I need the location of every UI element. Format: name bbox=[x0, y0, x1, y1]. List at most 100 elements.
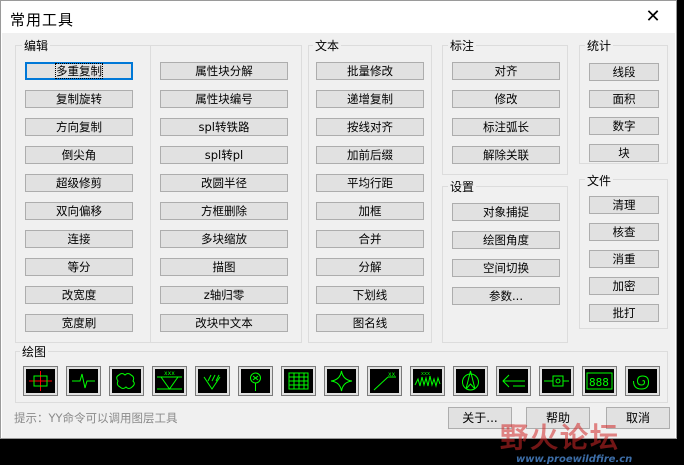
edit-button-3[interactable]: 方向复制 bbox=[25, 118, 133, 136]
text-button-9[interactable]: 下划线 bbox=[316, 286, 424, 304]
draw-button-1[interactable] bbox=[23, 366, 58, 396]
edit-button-6[interactable]: 双向偏移 bbox=[25, 202, 133, 220]
edit-button-2[interactable]: 复制旋转 bbox=[25, 90, 133, 108]
edit-button-7[interactable]: 连接 bbox=[25, 230, 133, 248]
edit-button-12[interactable]: 属性块编号 bbox=[160, 90, 288, 108]
circle-marker-icon-svg bbox=[250, 372, 261, 391]
edit-button-11-label: 属性块分解 bbox=[195, 64, 253, 78]
edit-button-9[interactable]: 改宽度 bbox=[25, 286, 133, 304]
star-icon bbox=[327, 369, 356, 393]
draw-button-4[interactable]: xxx bbox=[152, 366, 187, 396]
draw-button-6[interactable] bbox=[238, 366, 273, 396]
edit-button-16[interactable]: 方框删除 bbox=[160, 202, 288, 220]
edit-button-20-label: 改块中文本 bbox=[195, 316, 253, 330]
grid-table-icon-svg bbox=[288, 372, 309, 390]
stats-button-1[interactable]: 线段 bbox=[589, 63, 659, 81]
text-button-7-label: 合并 bbox=[358, 232, 382, 246]
stats-button-3[interactable]: 数字 bbox=[589, 117, 659, 135]
file-button-2[interactable]: 核查 bbox=[589, 223, 659, 241]
text-button-3[interactable]: 按线对齐 bbox=[316, 118, 424, 136]
draw-button-11[interactable] bbox=[453, 366, 488, 396]
svg-text:xx: xx bbox=[388, 371, 396, 378]
cloud-icon bbox=[112, 369, 141, 393]
edit-button-19[interactable]: z轴归零 bbox=[160, 286, 288, 304]
edit-button-6-label: 双向偏移 bbox=[56, 204, 102, 218]
dimension-button-1[interactable]: 对齐 bbox=[452, 62, 560, 80]
text-button-5[interactable]: 平均行距 bbox=[316, 174, 424, 192]
draw-button-9[interactable]: xx bbox=[367, 366, 402, 396]
edit-button-5[interactable]: 超级修剪 bbox=[25, 174, 133, 192]
text-button-4-label: 加前后缀 bbox=[347, 148, 393, 162]
settings-button-1-label: 对象捕捉 bbox=[483, 205, 529, 219]
edit-button-10[interactable]: 宽度刷 bbox=[25, 314, 133, 332]
edit-button-13[interactable]: spl转铁路 bbox=[160, 118, 288, 136]
text-button-10-label: 图名线 bbox=[352, 316, 388, 330]
digits-icon-svg: 888 bbox=[586, 372, 613, 390]
help-button[interactable]: 帮助 bbox=[526, 407, 590, 429]
text-button-4[interactable]: 加前后缀 bbox=[316, 146, 424, 164]
text-button-1[interactable]: 批量修改 bbox=[316, 62, 424, 80]
edit-button-15-label: 改圆半径 bbox=[201, 176, 247, 190]
edit-button-8[interactable]: 等分 bbox=[25, 258, 133, 276]
draw-button-7[interactable] bbox=[281, 366, 316, 396]
file-button-5[interactable]: 批打 bbox=[589, 304, 659, 322]
leader-icon: xx bbox=[370, 369, 399, 393]
draw-button-15[interactable] bbox=[625, 366, 660, 396]
stats-button-3-label: 数字 bbox=[612, 119, 636, 133]
edit-button-18[interactable]: 描图 bbox=[160, 258, 288, 276]
dialog-window: 常用工具 ✕ 编辑 文本 标注 设置 统计 文件 绘图 多重复制 复制旋转 方向复制… bbox=[0, 0, 677, 465]
left-arrow-icon-svg bbox=[502, 374, 525, 388]
draw-button-14[interactable]: 888 bbox=[582, 366, 617, 396]
text-button-10[interactable]: 图名线 bbox=[316, 314, 424, 332]
box-arrow-icon bbox=[542, 369, 571, 393]
edit-button-12-label: 属性块编号 bbox=[195, 92, 253, 106]
text-button-8[interactable]: 分解 bbox=[316, 258, 424, 276]
edit-button-10-label: 宽度刷 bbox=[61, 316, 97, 330]
text-button-6-label: 加框 bbox=[358, 204, 382, 218]
file-button-1[interactable]: 清理 bbox=[589, 196, 659, 214]
settings-button-1[interactable]: 对象捕捉 bbox=[452, 203, 560, 221]
about-button[interactable]: 关于... bbox=[448, 407, 512, 429]
draw-button-2[interactable] bbox=[66, 366, 101, 396]
draw-button-3[interactable] bbox=[109, 366, 144, 396]
stats-button-4-label: 块 bbox=[618, 146, 630, 160]
draw-button-10[interactable]: xxx bbox=[410, 366, 445, 396]
text-button-7[interactable]: 合并 bbox=[316, 230, 424, 248]
edit-button-4-label: 倒尖角 bbox=[61, 148, 97, 162]
close-icon[interactable]: ✕ bbox=[642, 6, 664, 28]
dimension-button-2[interactable]: 修改 bbox=[452, 90, 560, 108]
slash-marks-icon-svg bbox=[203, 374, 221, 390]
crosshair-icon-svg bbox=[29, 371, 52, 391]
cancel-button[interactable]: 取消 bbox=[606, 407, 670, 429]
file-button-3-label: 消重 bbox=[612, 252, 636, 266]
edit-button-20[interactable]: 改块中文本 bbox=[160, 314, 288, 332]
edit-button-11[interactable]: 属性块分解 bbox=[160, 62, 288, 80]
zigzag-icon-svg: xxx bbox=[414, 371, 441, 388]
text-button-8-label: 分解 bbox=[358, 260, 382, 274]
edit-button-17[interactable]: 多块缩放 bbox=[160, 230, 288, 248]
settings-button-3[interactable]: 空间切换 bbox=[452, 259, 560, 277]
stats-button-2[interactable]: 面积 bbox=[589, 90, 659, 108]
settings-button-2[interactable]: 绘图角度 bbox=[452, 231, 560, 249]
edit-button-1[interactable]: 多重复制 bbox=[25, 62, 133, 80]
edit-button-4[interactable]: 倒尖角 bbox=[25, 146, 133, 164]
text-button-2[interactable]: 递增复制 bbox=[316, 90, 424, 108]
dimension-button-4[interactable]: 解除关联 bbox=[452, 146, 560, 164]
file-button-1-label: 清理 bbox=[612, 198, 636, 212]
north-arrow-icon bbox=[456, 369, 485, 393]
settings-button-4[interactable]: 参数... bbox=[452, 287, 560, 305]
file-button-4[interactable]: 加密 bbox=[589, 277, 659, 295]
dialog-body: 编辑 文本 标注 设置 统计 文件 绘图 多重复制 复制旋转 方向复制 倒尖角 超级修剪… bbox=[2, 33, 675, 465]
edit-button-15[interactable]: 改圆半径 bbox=[160, 174, 288, 192]
north-arrow-icon-svg bbox=[462, 370, 479, 391]
draw-button-13[interactable] bbox=[539, 366, 574, 396]
edit-button-13-label: spl转铁路 bbox=[198, 120, 250, 134]
edit-button-14[interactable]: spl转pl bbox=[160, 146, 288, 164]
draw-button-12[interactable] bbox=[496, 366, 531, 396]
text-button-6[interactable]: 加框 bbox=[316, 202, 424, 220]
draw-button-8[interactable] bbox=[324, 366, 359, 396]
file-button-3[interactable]: 消重 bbox=[589, 250, 659, 268]
draw-button-5[interactable] bbox=[195, 366, 230, 396]
stats-button-4[interactable]: 块 bbox=[589, 144, 659, 162]
dimension-button-3[interactable]: 标注弧长 bbox=[452, 118, 560, 136]
